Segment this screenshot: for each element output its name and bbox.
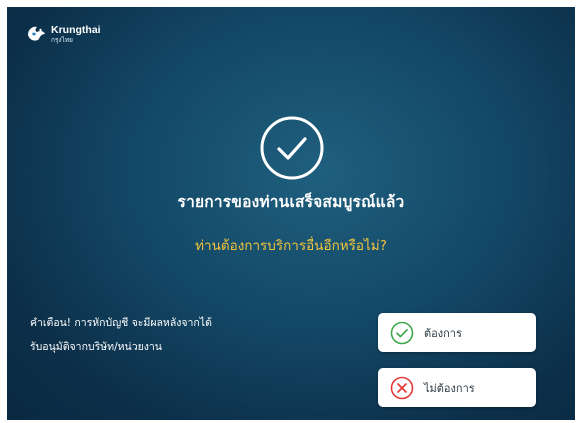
want-more-service-label: ต้องการ (424, 326, 462, 340)
want-more-service-button[interactable]: ต้องการ (378, 313, 536, 352)
warning-text: คำเตือน! การหักบัญชี จะมีผลหลังจากได้ รั… (30, 311, 290, 359)
check-circle-icon (260, 116, 324, 180)
brand-logo: Krungthai กรุงไทย (25, 24, 101, 44)
no-more-service-button[interactable]: ไม่ต้องการ (378, 368, 536, 407)
warning-line-1: คำเตือน! การหักบัญชี จะมีผลหลังจากได้ (30, 317, 212, 329)
check-circle-icon (390, 321, 414, 344)
close-circle-icon (390, 376, 414, 399)
warning-line-2: รับอนุมัติจากบริษัท/หน่วยงาน (30, 341, 162, 353)
status-title: รายการของท่านเสร็จสมบูรณ์แล้ว (177, 193, 405, 211)
krungthai-bird-icon (28, 26, 45, 41)
atm-screen: Krungthai กรุงไทย รายการของท่านเสร็จสมบู… (7, 7, 575, 420)
service-question: ท่านต้องการบริการอื่นอีกหรือไม่? (195, 238, 387, 254)
no-more-service-label: ไม่ต้องการ (424, 381, 475, 395)
brand-subname: กรุงไทย (51, 35, 73, 44)
brand-name: Krungthai (51, 24, 101, 36)
